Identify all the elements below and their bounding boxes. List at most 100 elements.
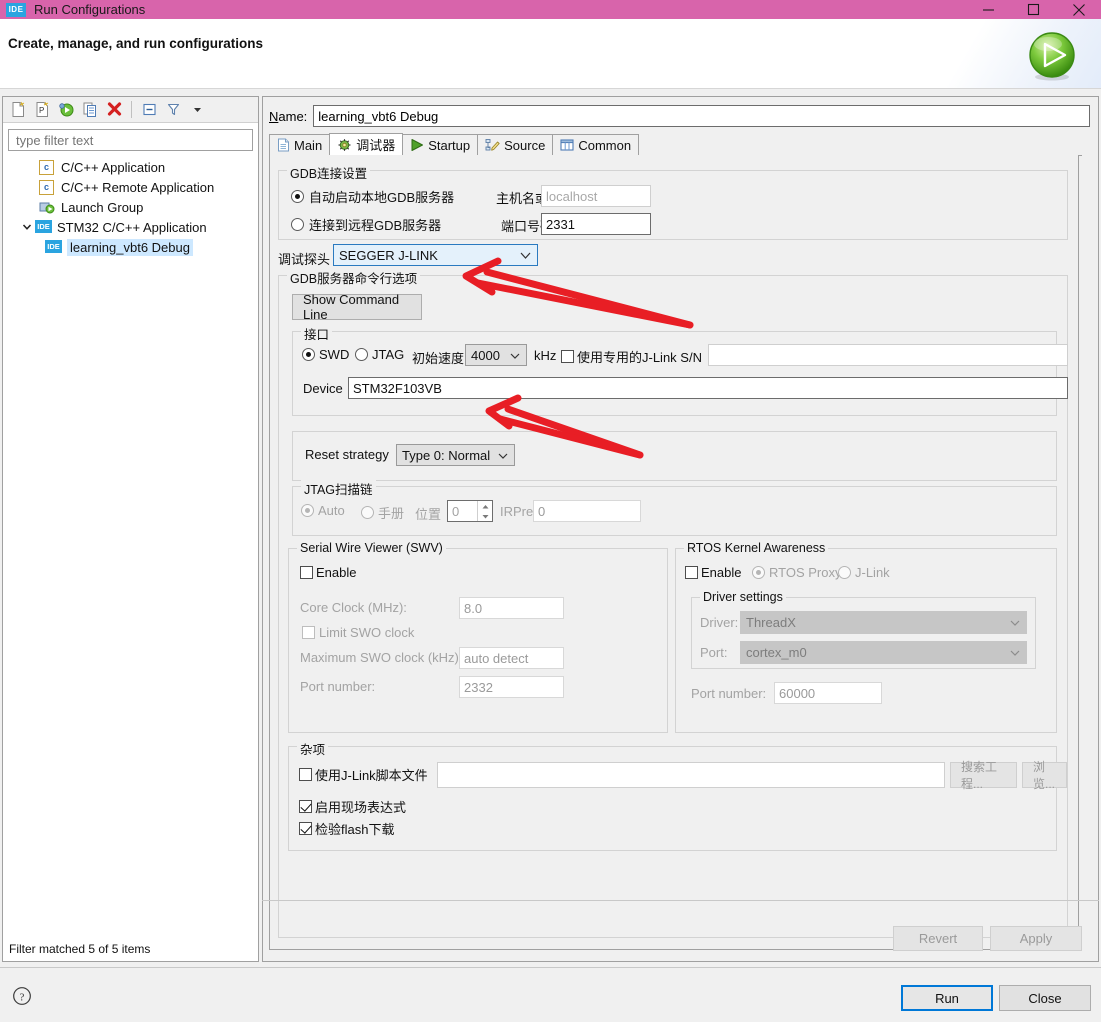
- tab-main[interactable]: Main: [269, 134, 331, 155]
- run-button-label: Run: [935, 990, 959, 1006]
- device-label: Device: [303, 381, 343, 396]
- live-expressions-checkbox[interactable]: [299, 800, 312, 813]
- revert-button: Revert: [893, 926, 983, 951]
- misc-group: 杂项 使用J-Link脚本文件 搜索工程... 浏览... 启用现场表达式 检验…: [288, 739, 1067, 851]
- swv-group: Serial Wire Viewer (SWV) Enable Core Clo…: [288, 541, 668, 733]
- tab-label: 调试器: [356, 138, 396, 153]
- verify-flash-row[interactable]: 检验flash下载: [299, 819, 394, 838]
- script-path-input[interactable]: [437, 762, 945, 788]
- remote-radio-row[interactable]: 连接到远程GDB服务器: [291, 215, 441, 234]
- configurations-panel: P type filter text c C/C++ Application c…: [2, 96, 259, 962]
- svg-text:P: P: [39, 106, 44, 115]
- rtos-enable-label: Enable: [701, 565, 742, 580]
- new-prototype-icon[interactable]: P: [31, 99, 53, 121]
- debug-probe-combo[interactable]: SEGGER J-LINK: [333, 244, 538, 266]
- jtag-radio-row[interactable]: JTAG: [355, 347, 404, 362]
- close-button[interactable]: Close: [999, 985, 1091, 1011]
- reset-strategy-combo[interactable]: Type 0: Normal: [396, 444, 515, 466]
- view-menu-icon[interactable]: [186, 99, 208, 121]
- chevron-down-icon[interactable]: [19, 222, 35, 232]
- irpre-input: 0: [533, 500, 641, 522]
- tree-item-label: C/C++ Remote Application: [61, 179, 215, 195]
- port-input[interactable]: 2331: [541, 213, 651, 235]
- auto-start-radio[interactable]: [291, 190, 304, 203]
- chevron-down-icon: [520, 248, 531, 263]
- rtos-enable-row[interactable]: Enable: [685, 565, 741, 580]
- jtag-scan-chain-title: JTAG扫描链: [301, 479, 376, 498]
- swv-enable-checkbox[interactable]: [300, 566, 313, 579]
- debugger-tab-content: GDB连接设置 自动启动本地GDB服务器 主机名或IP地址 localhost …: [269, 155, 1079, 950]
- name-input[interactable]: [313, 105, 1090, 127]
- script-checkbox-row[interactable]: 使用J-Link脚本文件: [299, 765, 428, 784]
- tab-common[interactable]: Common: [552, 134, 640, 155]
- swv-port-label: Port number:: [300, 679, 376, 694]
- gdb-connection-group: GDB连接设置 自动启动本地GDB服务器 主机名或IP地址 localhost …: [278, 163, 1068, 240]
- swv-enable-row[interactable]: Enable: [300, 565, 356, 580]
- ide-icon: IDE: [45, 239, 62, 255]
- editor-scrollbar[interactable]: [1082, 155, 1096, 950]
- app-ide-icon: IDE: [6, 2, 26, 17]
- new-launch-group-icon[interactable]: [55, 99, 77, 121]
- device-input[interactable]: STM32F103VB: [348, 377, 1068, 399]
- live-expressions-row[interactable]: 启用现场表达式: [299, 797, 406, 816]
- run-configurations-window: IDE Run Configurations Create, manage, a…: [0, 0, 1101, 1022]
- max-swo-input: auto detect: [459, 647, 564, 669]
- speed-value: 4000: [471, 347, 500, 363]
- jtag-manual-label: 手册: [378, 506, 405, 521]
- reset-strategy-label: Reset strategy: [305, 447, 389, 462]
- close-icon[interactable]: [1056, 0, 1101, 19]
- tree-item-c-cpp-application[interactable]: c C/C++ Application: [13, 157, 258, 177]
- show-command-line-button[interactable]: Show Command Line: [292, 292, 422, 322]
- run-play-icon: [1029, 32, 1075, 81]
- serial-checkbox-row[interactable]: 使用专用的J-Link S/N: [561, 347, 702, 366]
- jtag-auto-radio-row: Auto: [301, 503, 345, 518]
- rtos-enable-checkbox[interactable]: [685, 566, 698, 579]
- play-green-icon: [411, 139, 424, 151]
- swd-radio-row[interactable]: SWD: [302, 347, 349, 362]
- filter-icon[interactable]: [162, 99, 184, 121]
- tab-source[interactable]: Source: [477, 134, 554, 155]
- chevron-down-icon: [1010, 645, 1020, 660]
- tree-item-learning-vbt6-debug[interactable]: IDE learning_vbt6 Debug: [13, 237, 258, 257]
- tree-item-stm32-c-cpp-application[interactable]: IDE STM32 C/C++ Application: [13, 217, 258, 237]
- tab-startup[interactable]: Startup: [402, 134, 479, 155]
- chevron-down-icon: [498, 448, 508, 463]
- host-input[interactable]: localhost: [541, 185, 651, 207]
- tab-label: Main: [294, 137, 323, 153]
- script-checkbox[interactable]: [299, 768, 312, 781]
- new-configuration-icon[interactable]: [7, 99, 29, 121]
- jtag-auto-radio: [301, 504, 314, 517]
- ide-icon: IDE: [35, 219, 52, 235]
- filter-input[interactable]: [14, 131, 252, 149]
- run-button[interactable]: Run: [901, 985, 993, 1011]
- jtag-position-value: 0: [452, 503, 460, 519]
- serial-checkbox[interactable]: [561, 350, 574, 363]
- delete-icon[interactable]: [103, 99, 125, 121]
- verify-flash-checkbox[interactable]: [299, 822, 312, 835]
- limit-swo-checkbox: [302, 626, 315, 639]
- minimize-icon[interactable]: [966, 0, 1011, 19]
- help-question-icon[interactable]: ?: [12, 986, 32, 1006]
- chevron-down-icon: [510, 348, 520, 363]
- filter-input-box[interactable]: [8, 129, 253, 151]
- tree-item-launch-group[interactable]: Launch Group: [13, 197, 258, 217]
- serial-input[interactable]: [708, 344, 1068, 366]
- speed-combo[interactable]: 4000: [465, 344, 527, 366]
- remote-radio[interactable]: [291, 218, 304, 231]
- page-title: Create, manage, and run configurations: [8, 36, 264, 51]
- rtos-title: RTOS Kernel Awareness: [684, 541, 829, 555]
- speed-label: 初始速度: [412, 351, 465, 366]
- launch-group-icon: [39, 200, 56, 215]
- swd-radio[interactable]: [302, 348, 315, 361]
- collapse-all-icon[interactable]: [138, 99, 160, 121]
- duplicate-icon[interactable]: [79, 99, 101, 121]
- rtos-proxy-row: RTOS Proxy: [752, 565, 841, 580]
- swv-port-input: 2332: [459, 676, 564, 698]
- maximize-icon[interactable]: [1011, 0, 1056, 19]
- rtos-port-label: Port:: [700, 645, 728, 660]
- tree-item-c-cpp-remote-application[interactable]: c C/C++ Remote Application: [13, 177, 258, 197]
- tab-debugger[interactable]: 调试器: [329, 133, 404, 155]
- jtag-radio[interactable]: [355, 348, 368, 361]
- auto-start-radio-row[interactable]: 自动启动本地GDB服务器: [291, 187, 454, 206]
- jtag-manual-radio: [361, 506, 374, 519]
